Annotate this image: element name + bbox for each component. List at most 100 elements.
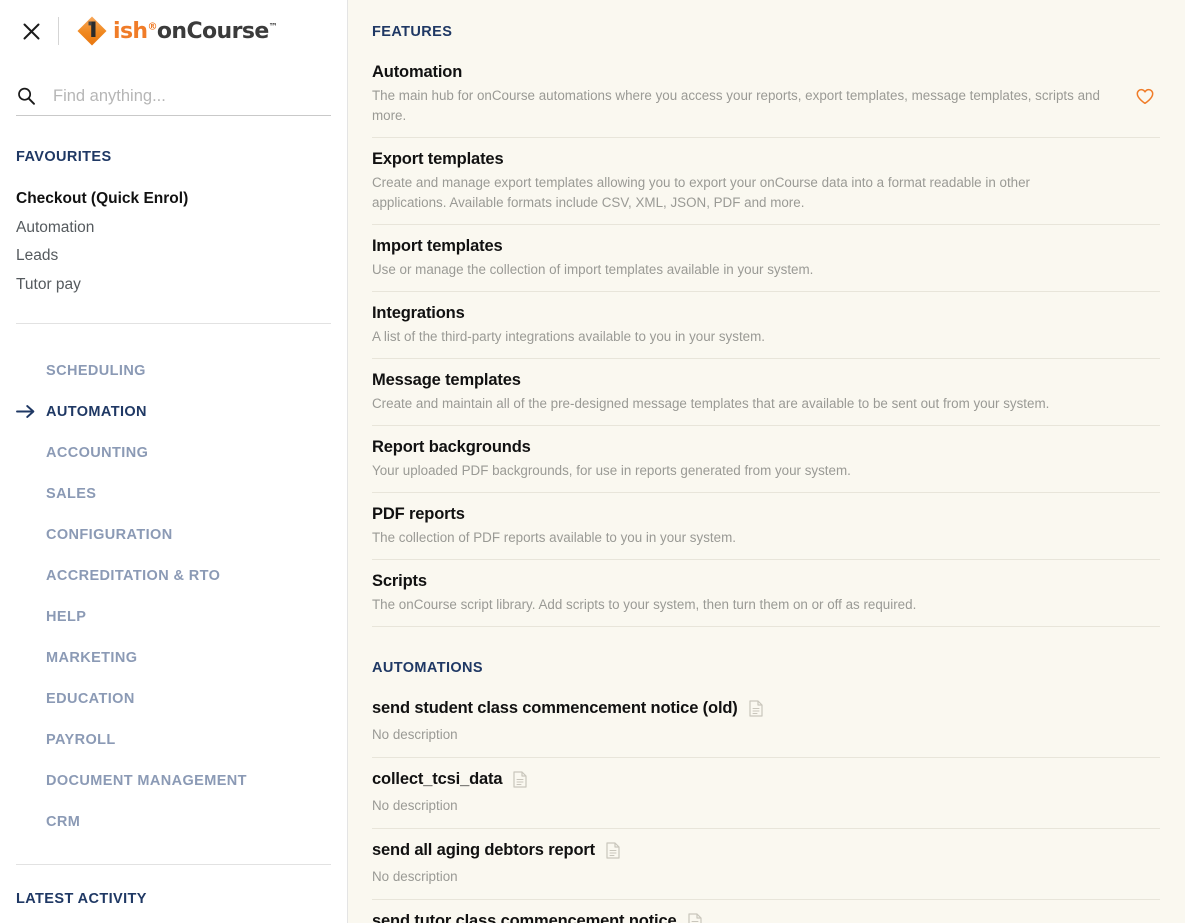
feature-row-report-backgrounds[interactable]: Report backgrounds Your uploaded PDF bac… [372,426,1160,493]
favourites-divider [16,323,331,324]
feature-row-automation[interactable]: Automation The main hub for onCourse aut… [372,62,1160,138]
sidebar-item-label: CRM [46,813,81,830]
logo-wordmark: ish®onCourse™ [113,18,278,44]
feature-description: The main hub for onCourse automations wh… [372,88,1100,123]
automation-description: No description [372,727,458,742]
sidebar-item-label: AUTOMATION [46,403,147,420]
search-icon [18,87,35,105]
header-divider [58,17,59,45]
favourite-heart-slot [1130,149,1160,175]
feature-title: Import templates [372,237,503,255]
sidebar-item-accounting[interactable]: ACCOUNTING [16,432,331,473]
favourite-heart-slot [1130,370,1160,396]
favourite-heart-slot [1130,437,1160,463]
automation-row-send-tutor-class-commencement-notice[interactable]: send tutor class commencement notice Sen… [372,900,1160,923]
sidebar-item-label: DOCUMENT MANAGEMENT [46,772,247,789]
document-icon[interactable] [687,913,702,923]
arrow-right-icon [16,404,46,419]
sidebar: ish®onCourse™ FAVOURITES Checkout (Quick… [0,0,348,923]
feature-description: Create and manage export templates allow… [372,175,1031,210]
automation-title: send student class commencement notice (… [372,699,738,717]
search-input[interactable] [53,86,313,106]
feature-row-scripts[interactable]: Scripts The onCourse script library. Add… [372,560,1160,627]
sidebar-item-label: HELP [46,608,87,625]
feature-text: Scripts The onCourse script library. Add… [372,571,1130,615]
close-icon[interactable] [18,18,44,44]
feature-title: Scripts [372,572,427,590]
feature-description: The onCourse script library. Add scripts… [372,597,917,612]
sidebar-item-label: PAYROLL [46,731,116,748]
favourite-heart-icon[interactable] [1130,62,1160,105]
automation-title: send all aging debtors report [372,841,596,859]
feature-row-pdf-reports[interactable]: PDF reports The collection of PDF report… [372,493,1160,560]
sidebar-item-configuration[interactable]: CONFIGURATION [16,514,331,555]
favourite-item-tutor-pay[interactable]: Tutor pay [16,271,331,300]
feature-description: A list of the third-party integrations a… [372,329,765,344]
feature-title: Report backgrounds [372,438,531,456]
sidebar-item-marketing[interactable]: MARKETING [16,637,331,678]
sidebar-item-label: MARKETING [46,649,138,666]
feature-title: Export templates [372,150,504,168]
sidebar-item-accreditation-rto[interactable]: ACCREDITATION & RTO [16,555,331,596]
automation-row-collect-tcsi-data[interactable]: collect_tcsi_data No description [372,758,1160,829]
favourite-heart-slot [1130,303,1160,329]
automation-row-send-student-class-commencement-notice-old[interactable]: send student class commencement notice (… [372,699,1160,758]
automation-description: No description [372,798,458,813]
feature-text: PDF reports The collection of PDF report… [372,504,1130,548]
oncourse-logo[interactable]: ish®onCourse™ [75,14,278,48]
favourite-heart-slot [1130,571,1160,597]
document-icon[interactable] [749,700,763,717]
sidebar-item-scheduling[interactable]: SCHEDULING [16,350,331,391]
features-heading: FEATURES [372,24,453,40]
sidebar-item-automation[interactable]: AUTOMATION [16,391,331,432]
feature-title: Message templates [372,371,521,389]
main-navigation: SCHEDULING AUTOMATION ACCOUNTING SALES C… [16,350,331,842]
sidebar-item-label: SCHEDULING [46,362,146,379]
feature-title: Automation [372,63,463,81]
feature-text: Export templates Create and manage expor… [372,149,1130,213]
favourites-list: Checkout (Quick Enrol) Automation Leads … [16,185,331,299]
sidebar-header: ish®onCourse™ [16,0,331,62]
feature-row-message-templates[interactable]: Message templates Create and maintain al… [372,359,1160,426]
feature-row-import-templates[interactable]: Import templates Use or manage the colle… [372,225,1160,292]
automation-title: collect_tcsi_data [372,770,503,788]
document-icon[interactable] [513,771,528,788]
main-content: FEATURES Automation The main hub for onC… [348,0,1185,923]
favourite-item-leads[interactable]: Leads [16,242,331,271]
automations-list: send student class commencement notice (… [372,699,1160,923]
latest-activity-heading: LATEST ACTIVITY [16,891,147,907]
feature-row-integrations[interactable]: Integrations A list of the third-party i… [372,292,1160,359]
ish-diamond-icon [77,16,107,46]
automation-title-line: send all aging debtors report [372,841,1160,860]
automation-row-send-all-aging-debtors-report[interactable]: send all aging debtors report No descrip… [372,829,1160,900]
logo-oncourse-text: onCourse [156,18,269,44]
feature-text: Import templates Use or manage the colle… [372,236,1130,280]
features-list: Automation The main hub for onCourse aut… [372,62,1160,627]
automations-heading: AUTOMATIONS [372,660,483,676]
sidebar-item-label: CONFIGURATION [46,526,173,543]
sidebar-item-label: ACCOUNTING [46,444,149,461]
sidebar-item-payroll[interactable]: PAYROLL [16,719,331,760]
sidebar-item-help[interactable]: HELP [16,596,331,637]
app-root: ish®onCourse™ FAVOURITES Checkout (Quick… [0,0,1185,923]
favourite-heart-slot [1130,236,1160,262]
sidebar-item-crm[interactable]: CRM [16,801,331,842]
search-bar[interactable] [16,86,331,116]
document-icon[interactable] [606,842,620,859]
feature-description: The collection of PDF reports available … [372,530,736,545]
favourite-item-checkout-quick-enrol[interactable]: Checkout (Quick Enrol) [16,185,331,214]
automation-title-line: collect_tcsi_data [372,770,1160,789]
sidebar-item-sales[interactable]: SALES [16,473,331,514]
favourite-item-automation[interactable]: Automation [16,214,331,243]
logo-ish-text: ish [113,18,148,44]
automation-title-line: send student class commencement notice (… [372,699,1160,718]
feature-description: Your uploaded PDF backgrounds, for use i… [372,463,851,478]
automation-title-line: send tutor class commencement notice [372,912,1160,923]
feature-row-export-templates[interactable]: Export templates Create and manage expor… [372,138,1160,225]
logo-tm-mark: ™ [268,22,278,33]
feature-description: Create and maintain all of the pre-desig… [372,396,1050,411]
navigation-divider [16,864,331,865]
sidebar-item-document-management[interactable]: DOCUMENT MANAGEMENT [16,760,331,801]
sidebar-item-education[interactable]: EDUCATION [16,678,331,719]
favourites-heading: FAVOURITES [16,149,112,165]
